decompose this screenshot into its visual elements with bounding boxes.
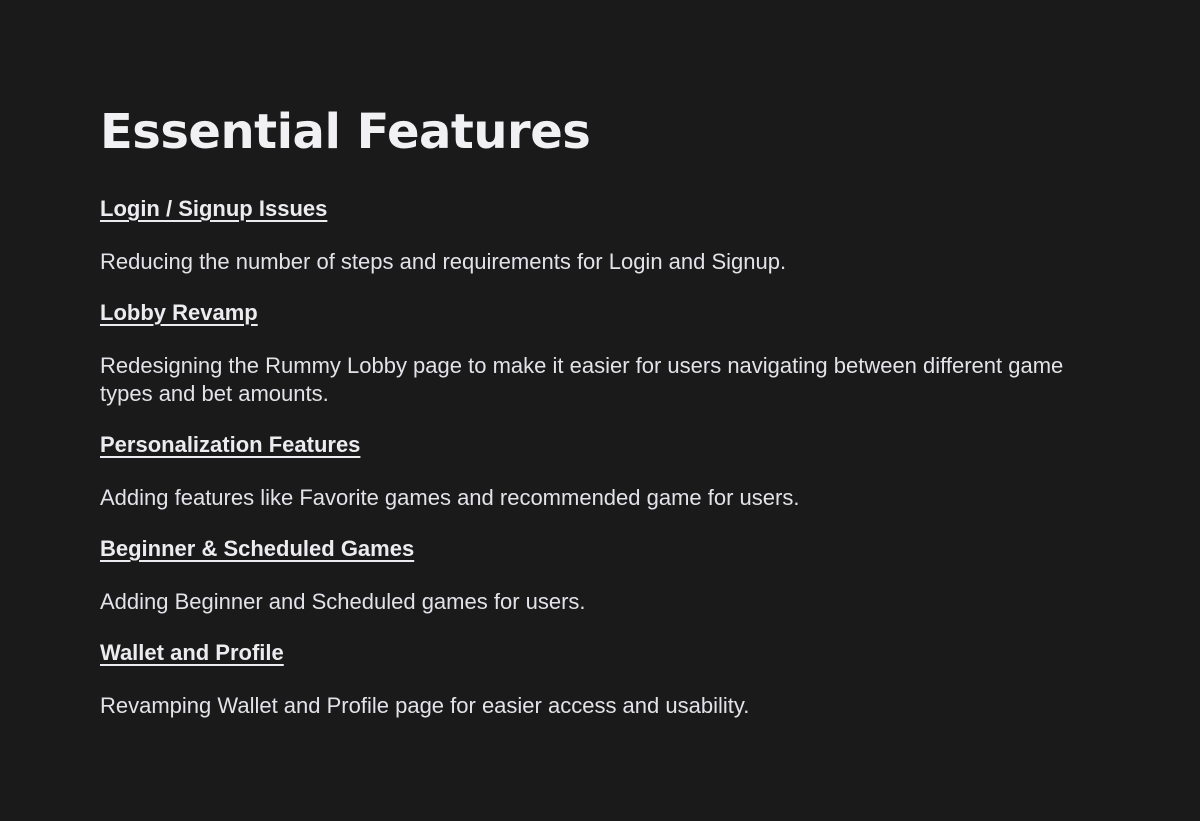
- feature-heading: Login / Signup Issues: [100, 196, 1100, 222]
- feature-heading-text: Lobby Revamp: [100, 300, 258, 325]
- feature-heading-text: Personalization Features: [100, 432, 361, 457]
- feature-heading-text: Beginner & Scheduled Games: [100, 536, 415, 561]
- feature-heading: Wallet and Profile: [100, 640, 1100, 666]
- feature-description: Redesigning the Rummy Lobby page to make…: [100, 353, 1064, 406]
- feature-description: Adding features like Favorite games and …: [100, 485, 800, 510]
- slide-page: Essential Features Login / Signup Issues…: [0, 0, 1200, 821]
- feature-item-login-signup: Login / Signup Issues Reducing the numbe…: [100, 196, 1100, 276]
- feature-heading-text: Login / Signup Issues: [100, 196, 328, 221]
- feature-description: Revamping Wallet and Profile page for ea…: [100, 693, 750, 718]
- feature-list: Login / Signup Issues Reducing the numbe…: [100, 196, 1100, 720]
- feature-item-wallet-profile: Wallet and Profile Revamping Wallet and …: [100, 640, 1100, 720]
- page-title: Essential Features: [100, 104, 591, 160]
- feature-heading: Personalization Features: [100, 432, 1100, 458]
- feature-item-personalization: Personalization Features Adding features…: [100, 432, 1100, 512]
- feature-heading: Beginner & Scheduled Games: [100, 536, 1100, 562]
- feature-heading-text: Wallet and Profile: [100, 640, 284, 665]
- feature-description: Adding Beginner and Scheduled games for …: [100, 589, 586, 614]
- feature-item-lobby-revamp: Lobby Revamp Redesigning the Rummy Lobby…: [100, 300, 1100, 408]
- feature-description: Reducing the number of steps and require…: [100, 249, 787, 274]
- feature-item-beginner-scheduled: Beginner & Scheduled Games Adding Beginn…: [100, 536, 1100, 616]
- feature-heading: Lobby Revamp: [100, 300, 1100, 326]
